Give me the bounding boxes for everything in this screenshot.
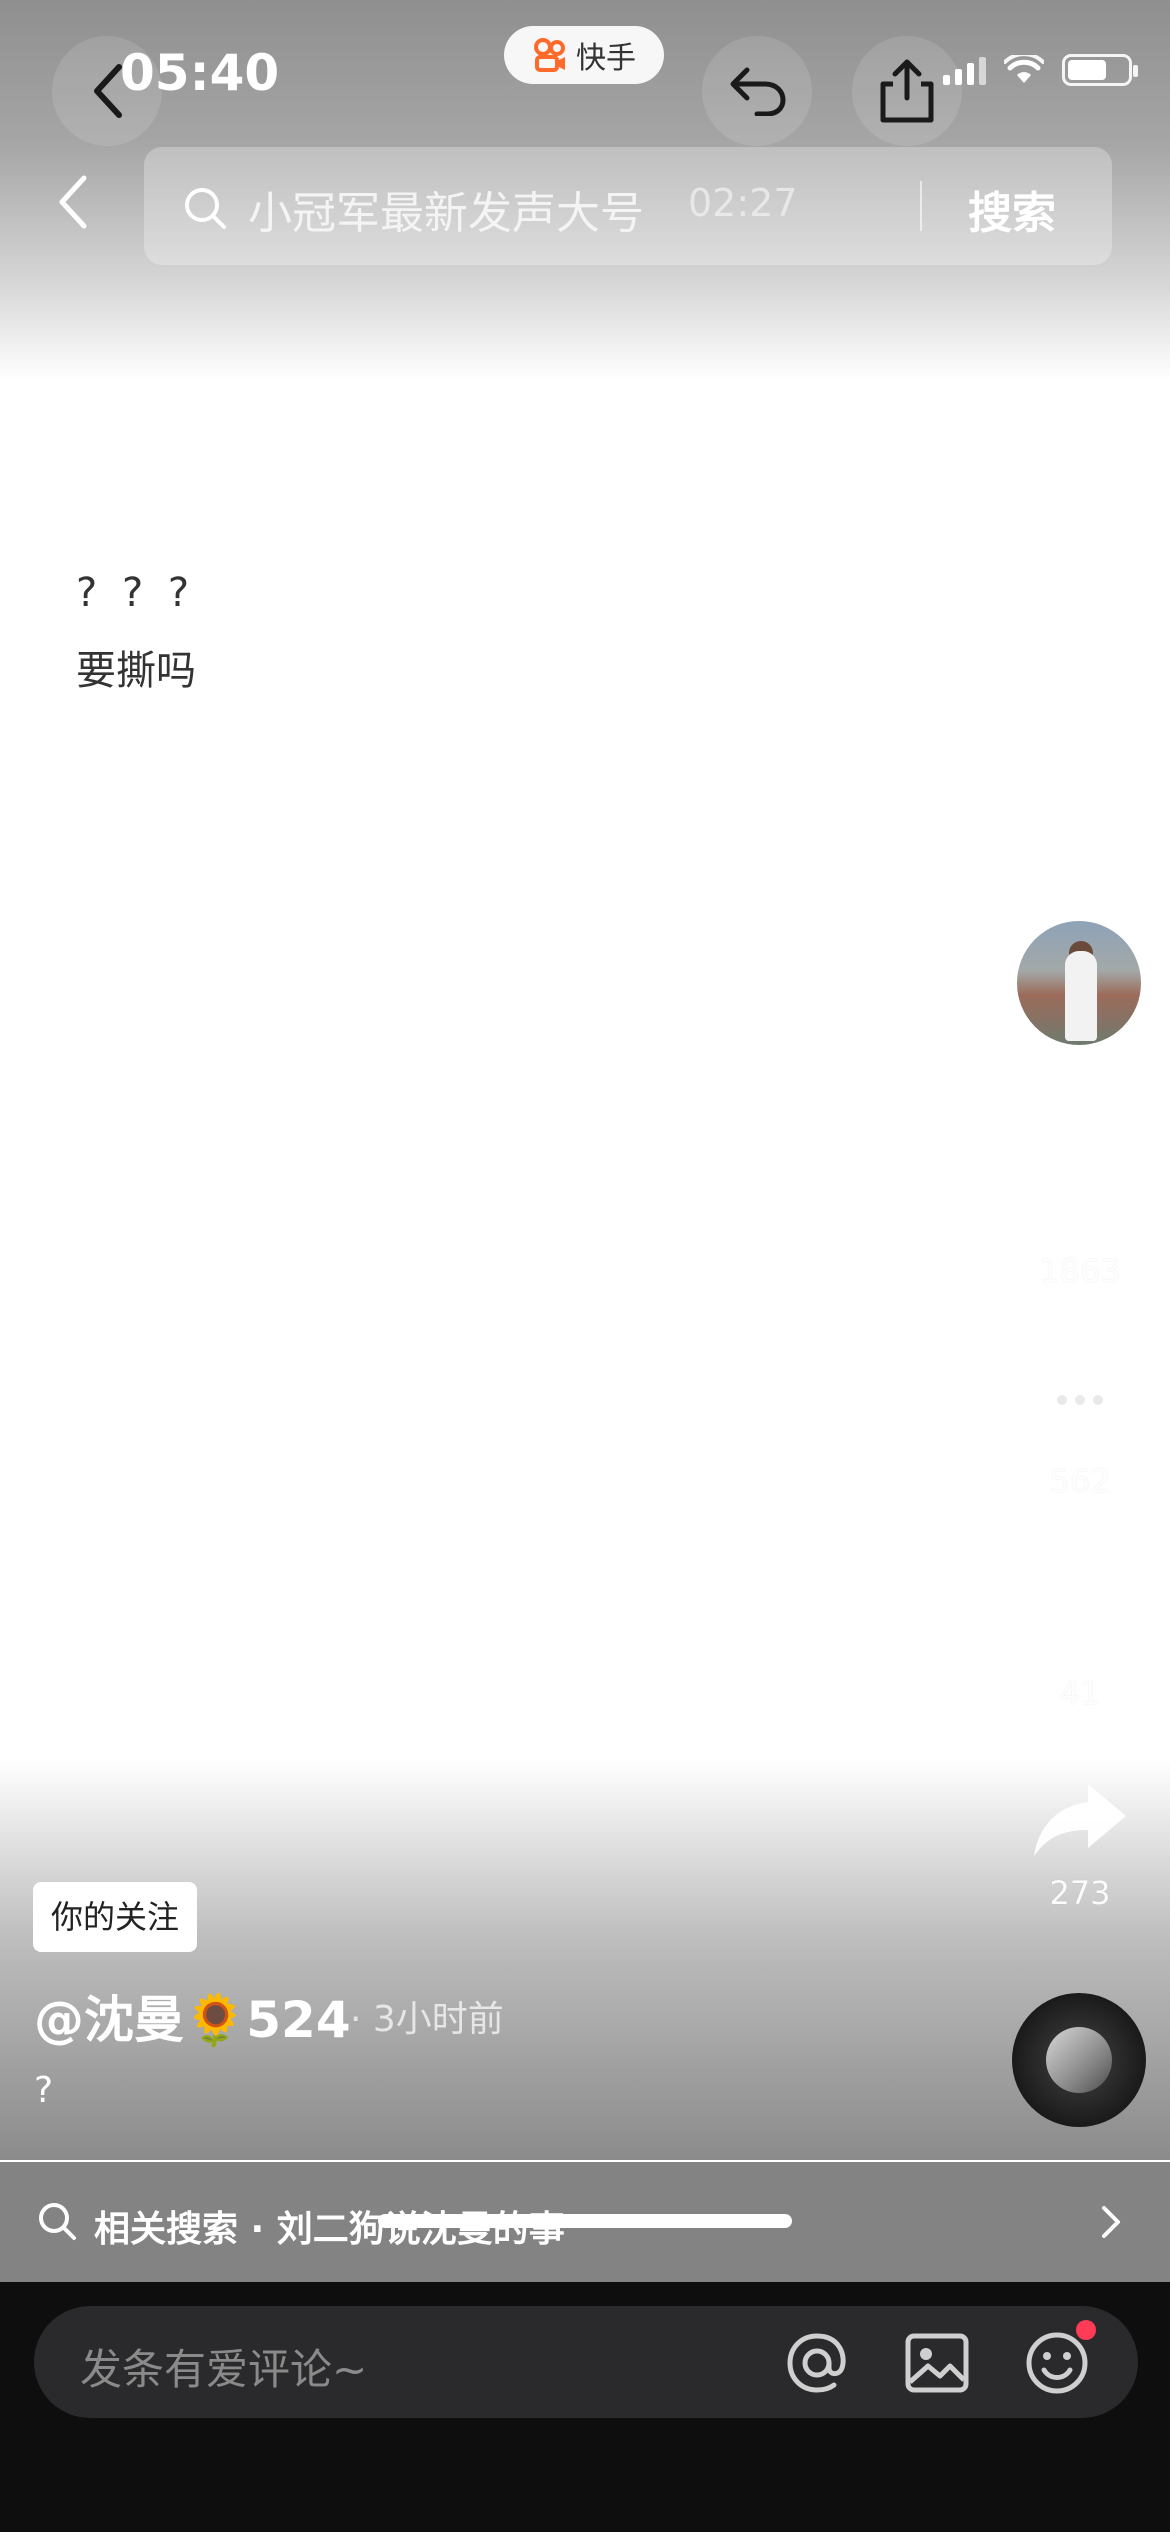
home-indicator[interactable] [378, 2214, 792, 2228]
share-button[interactable]: 273 [1020, 1780, 1140, 1912]
overlay-time: 02:27 [688, 181, 798, 225]
share-arrow-icon [1034, 1784, 1126, 1856]
status-icons [943, 54, 1138, 86]
share-upload-icon [852, 36, 962, 146]
comment-count: 562 [1049, 1462, 1111, 1500]
follow-status-tag: 你的关注 [33, 1882, 198, 1952]
favorite-button[interactable]: 41 [1020, 1568, 1140, 1712]
post-caption: ? [34, 2070, 54, 2111]
favorite-count: 41 [1059, 1674, 1101, 1712]
author-name[interactable]: @沈曼🌻524 [34, 1980, 351, 2052]
like-button[interactable]: 1863 [1020, 1148, 1140, 1290]
kuaishou-logo-icon [534, 38, 565, 72]
undo-button[interactable] [702, 36, 812, 146]
back-arrow-icon [59, 175, 87, 229]
at-mention-icon[interactable] [782, 2328, 852, 2398]
comment-input[interactable]: 发条有爱评论~ [34, 2306, 1138, 2418]
post-time: · 3小时前 [350, 1999, 504, 2040]
back-button[interactable] [52, 172, 102, 242]
kuaishou-app-pill[interactable]: 快手 [504, 26, 664, 84]
search-bar[interactable]: 小冠军最新发声大号 02:27 搜索 [144, 147, 1112, 265]
comment-button[interactable]: 562 [1020, 1358, 1140, 1500]
search-button[interactable]: 搜索 [968, 177, 1056, 241]
music-disc[interactable] [1012, 1993, 1146, 2127]
search-query[interactable]: 小冠军最新发声大号 [248, 177, 644, 241]
search-icon [185, 188, 226, 229]
status-time: 05:40 [120, 44, 280, 102]
search-divider [920, 181, 922, 231]
post-text-line-2: 要撕吗 [76, 648, 196, 694]
image-icon[interactable] [902, 2328, 972, 2398]
star-icon [1033, 1570, 1127, 1659]
bottom-gradient [0, 1760, 1170, 2160]
share-sheet-button[interactable] [852, 36, 962, 146]
signal-icon [943, 55, 986, 85]
comment-placeholder: 发条有爱评论~ [80, 2345, 368, 2394]
post-text-line-1: ? ? ? [76, 570, 196, 616]
notification-dot [1076, 2320, 1096, 2340]
battery-icon [1062, 54, 1138, 86]
author-avatar[interactable] [1014, 918, 1144, 1048]
comment-bubble-icon [1036, 1364, 1124, 1442]
share-count: 273 [1049, 1874, 1111, 1912]
app-pill-label: 快手 [576, 41, 636, 76]
wifi-icon [1004, 55, 1044, 83]
heart-icon [1034, 1152, 1126, 1232]
video-page: 05:40 快手 小冠军最新发声大号 02:27 搜索 ? ? ? 要撕吗 18… [0, 0, 1170, 2532]
undo-icon [702, 36, 812, 146]
search-icon [39, 2203, 76, 2240]
like-count: 1863 [1039, 1252, 1121, 1290]
comment-bar: 发条有爱评论~ [0, 2282, 1170, 2532]
chevron-right-icon [1102, 2206, 1120, 2238]
